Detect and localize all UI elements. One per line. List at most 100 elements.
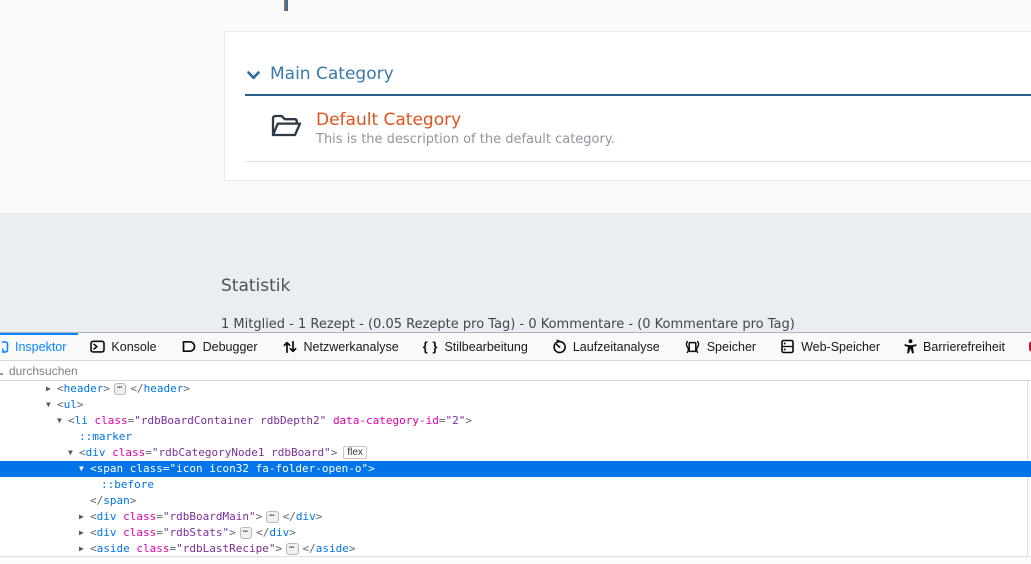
tag-name: div	[269, 526, 289, 539]
devtools-tab-adblock-plus[interactable]: ABPAdblock Plus	[1017, 333, 1031, 360]
category-underline	[245, 94, 1031, 96]
chevron-down-icon[interactable]	[247, 65, 260, 84]
tag-name: div	[296, 510, 316, 523]
markup-row[interactable]: </span>	[0, 493, 1031, 509]
space	[88, 414, 95, 427]
bracket: >	[275, 542, 282, 555]
bracket: <	[90, 542, 97, 555]
markup-row[interactable]: ::marker	[0, 429, 1031, 445]
bracket: <	[79, 446, 86, 459]
clipped-text-artifact	[0, 373, 3, 375]
markup-row[interactable]: ▶<div class="rdbStats">⋯</div>	[0, 525, 1031, 541]
bracket: >	[289, 526, 296, 539]
expand-arrow-icon[interactable]: ▶	[46, 381, 57, 397]
bracket: </	[130, 382, 143, 395]
tag-name: div	[97, 510, 117, 523]
devtools-tab-netzwerkanalyse[interactable]: Netzwerkanalyse	[270, 333, 411, 360]
flex-badge[interactable]: flex	[343, 446, 367, 459]
tag-name: div	[86, 446, 106, 459]
category-header[interactable]: Main Category	[247, 64, 394, 84]
collapsed-content-badge[interactable]: ⋯	[286, 543, 298, 555]
bracket: >	[316, 510, 323, 523]
markup-row[interactable]: ▶<aside class="rdbLastRecipe">⋯</aside>	[0, 541, 1031, 557]
markup-row[interactable]: ::before	[0, 477, 1031, 493]
collapsed-content-badge[interactable]: ⋯	[240, 527, 252, 539]
attribute-name: class	[136, 542, 169, 555]
attribute-name: class	[112, 446, 145, 459]
markup-row[interactable]: ▶<div class="rdbBoardMain">⋯</div>	[0, 509, 1031, 525]
bracket: >	[77, 398, 84, 411]
markup-row[interactable]: ▼<ul>	[0, 397, 1031, 413]
expand-arrow-icon[interactable]: ▶	[79, 525, 90, 541]
markup-search-row[interactable]: durchsuchen	[0, 361, 1031, 381]
stats-summary: 1 Mitglied - 1 Rezept - (0.05 Rezepte pr…	[221, 317, 795, 332]
console-icon	[90, 340, 105, 353]
bracket: <	[57, 382, 64, 395]
equals-sign: =	[439, 414, 446, 427]
devtools-tab-inspektor[interactable]: Inspektor	[0, 333, 78, 360]
devtools-tab-laufzeitanalyse[interactable]: Laufzeitanalyse	[540, 333, 672, 360]
expand-arrow-icon[interactable]: ▶	[79, 541, 90, 557]
attribute-name: class	[123, 510, 156, 523]
devtools-tab-konsole[interactable]: Konsole	[78, 333, 168, 360]
board-title-link[interactable]: Default Category	[316, 110, 615, 131]
storage-icon	[780, 339, 795, 354]
bracket: >	[465, 414, 472, 427]
board-divider	[245, 161, 1031, 162]
collapse-arrow-icon[interactable]: ▼	[46, 397, 57, 413]
accessibility-icon	[904, 339, 917, 354]
category-panel: Main Category Default Category This is t…	[224, 31, 1031, 181]
pseudo-element: ::marker	[79, 430, 132, 443]
devtools-panel: Inspektor KonsoleDebuggerNetzwerkanalyse{…	[0, 332, 1031, 564]
category-title[interactable]: Main Category	[270, 64, 394, 84]
bracket: </	[90, 494, 103, 507]
search-input[interactable]: durchsuchen	[9, 364, 78, 378]
collapse-arrow-icon[interactable]: ▼	[57, 413, 68, 429]
tab-label: Barrierefreiheit	[923, 340, 1005, 354]
markup-row[interactable]: ▼<li class="rdbBoardContainer rdbDepth2"…	[0, 413, 1031, 429]
tab-label: Web-Speicher	[801, 340, 880, 354]
attribute-value: "icon icon32 fa-folder-open-o"	[170, 462, 369, 475]
collapsed-content-badge[interactable]: ⋯	[114, 383, 126, 395]
network-icon	[282, 340, 298, 354]
tag-name: div	[97, 526, 117, 539]
devtools-tab-web-speicher[interactable]: Web-Speicher	[768, 333, 892, 360]
devtools-tab-speicher[interactable]: Speicher	[672, 333, 768, 360]
bracket: >	[349, 542, 356, 555]
inspector-icon	[2, 340, 9, 354]
markup-row[interactable]: ▼<div class="rdbCategoryNode1 rdbBoard">…	[0, 445, 1031, 461]
attribute-value: "rdbLastRecipe"	[176, 542, 275, 555]
attribute-value: "rdbCategoryNode1 rdbBoard"	[152, 446, 331, 459]
tag-name: aside	[97, 542, 130, 555]
bracket: <	[57, 398, 64, 411]
collapse-arrow-icon[interactable]: ▼	[79, 461, 90, 477]
tag-name: header	[64, 382, 104, 395]
tag-name: ul	[64, 398, 77, 411]
collapse-arrow-icon[interactable]: ▼	[68, 445, 79, 461]
attribute-name: class	[95, 414, 128, 427]
attribute-value: "2"	[446, 414, 466, 427]
board-row: Default Category This is the description…	[270, 110, 615, 149]
equals-sign: =	[145, 446, 152, 459]
devtools-tab-stilbearbeitung[interactable]: { }Stilbearbeitung	[411, 333, 540, 360]
attribute-name: data-category-id	[333, 414, 439, 427]
attribute-name: class	[130, 462, 163, 475]
markup-row-selected[interactable]: ▼<span class="icon icon32 fa-folder-open…	[0, 461, 1031, 477]
markup-view: ▶<header>⋯</header>▼<ul>▼<li class="rdbB…	[0, 381, 1031, 557]
expand-arrow-icon[interactable]: ▶	[79, 509, 90, 525]
tab-label: Speicher	[707, 340, 756, 354]
tab-label: Inspektor	[15, 340, 66, 354]
debugger-icon	[181, 340, 197, 353]
bracket: >	[130, 494, 137, 507]
collapsed-content-badge[interactable]: ⋯	[266, 511, 278, 523]
markup-row[interactable]: ▶<header>⋯</header>	[0, 381, 1031, 397]
folder-open-icon	[270, 110, 303, 149]
attribute-name: class	[123, 526, 156, 539]
performance-icon	[552, 339, 567, 354]
devtools-tab-debugger[interactable]: Debugger	[169, 333, 270, 360]
attribute-value: "rdbBoardContainer rdbDepth2"	[134, 414, 326, 427]
bracket: >	[103, 382, 110, 395]
tab-label: Laufzeitanalyse	[573, 340, 660, 354]
devtools-tab-barrierefreiheit[interactable]: Barrierefreiheit	[892, 333, 1017, 360]
board-description: This is the description of the default c…	[316, 131, 615, 149]
